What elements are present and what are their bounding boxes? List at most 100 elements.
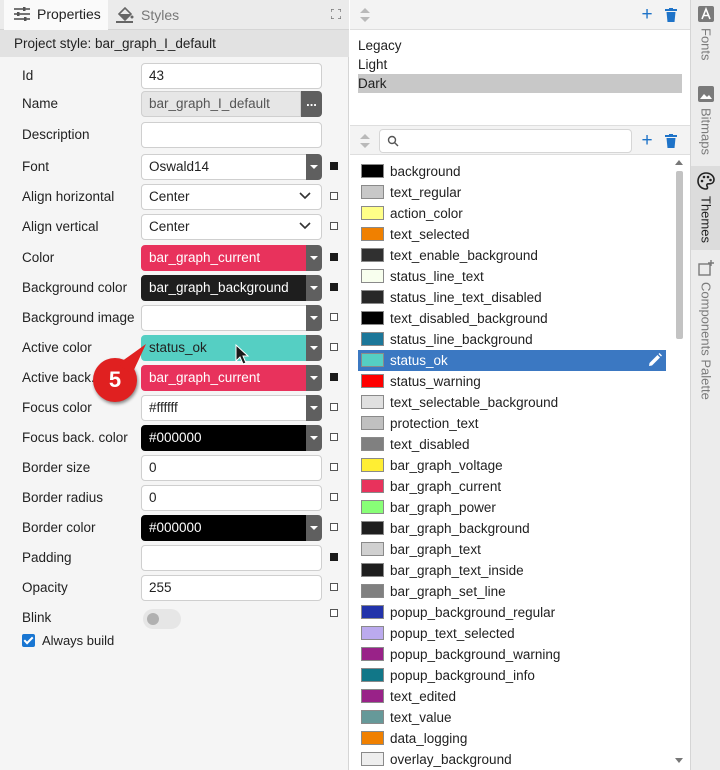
color-item[interactable]: text_selected — [358, 224, 666, 245]
color-item[interactable]: text_disabled_background — [358, 308, 666, 329]
color-item[interactable]: bar_graph_background — [358, 518, 666, 539]
font-override-marker[interactable] — [330, 162, 338, 170]
padding-override-marker[interactable] — [330, 553, 338, 561]
active-back-override-marker[interactable] — [330, 373, 338, 381]
border-color-select[interactable]: #000000 — [141, 515, 307, 541]
align-horizontal-override-marker[interactable] — [330, 192, 338, 200]
color-item[interactable]: text_regular — [358, 182, 666, 203]
scroll-up-arrow-icon[interactable] — [675, 160, 683, 165]
sidebar-tab-components-palette[interactable]: Components Palette — [691, 254, 720, 410]
color-item[interactable]: text_value — [358, 707, 666, 728]
add-theme-icon[interactable]: + — [640, 5, 654, 24]
name-input[interactable]: bar_graph_I_default — [141, 91, 301, 117]
color-dropdown-button[interactable] — [306, 245, 322, 271]
edit-pencil-icon[interactable] — [648, 353, 662, 367]
color-item[interactable]: bar_graph_voltage — [358, 455, 666, 476]
color-item[interactable]: text_disabled — [358, 434, 666, 455]
sidebar-tab-themes[interactable]: Themes — [691, 166, 720, 250]
color-list-scrollbar[interactable] — [672, 157, 686, 770]
theme-item[interactable]: Legacy — [358, 36, 682, 55]
sidebar-tab-fonts[interactable]: Fonts — [691, 0, 720, 76]
blink-toggle[interactable] — [143, 609, 181, 629]
color-item[interactable]: status_line_background — [358, 329, 666, 350]
color-item[interactable]: status_warning — [358, 371, 666, 392]
color-item[interactable]: action_color — [358, 203, 666, 224]
focus-color-dropdown-button[interactable] — [306, 395, 322, 421]
color-item[interactable]: bar_graph_text — [358, 539, 666, 560]
color-swatch — [361, 500, 384, 514]
delete-theme-icon[interactable] — [665, 8, 677, 22]
border-radius-input[interactable]: 0 — [141, 485, 322, 511]
background-image-select[interactable] — [141, 305, 307, 331]
border-color-override-marker[interactable] — [330, 523, 338, 531]
background-image-override-marker[interactable] — [330, 313, 338, 321]
theme-item-selected[interactable]: Dark — [358, 74, 682, 93]
color-item[interactable]: popup_background_regular — [358, 602, 666, 623]
background-color-select[interactable]: bar_graph_background — [141, 275, 307, 301]
border-radius-override-marker[interactable] — [330, 493, 338, 501]
color-item[interactable]: text_edited — [358, 686, 666, 707]
focus-back-color-override-marker[interactable] — [330, 433, 338, 441]
font-select[interactable]: Oswald14 — [141, 154, 307, 180]
color-item[interactable]: background — [358, 161, 666, 182]
focus-back-color-dropdown-button[interactable] — [306, 425, 322, 451]
focus-back-color-select[interactable]: #000000 — [141, 425, 307, 451]
color-swatch — [361, 290, 384, 304]
add-color-icon[interactable]: + — [640, 131, 654, 150]
align-horizontal-select[interactable]: Center — [141, 184, 322, 210]
color-item[interactable]: bar_graph_set_line — [358, 581, 666, 602]
align-vertical-select[interactable]: Center — [141, 214, 322, 240]
border-size-override-marker[interactable] — [330, 463, 338, 471]
background-image-dropdown-button[interactable] — [306, 305, 322, 331]
always-build-checkbox[interactable]: Always build — [22, 631, 114, 649]
border-size-input[interactable]: 0 — [141, 455, 322, 481]
name-browse-button[interactable]: ... — [301, 91, 322, 117]
sidebar-tab-bitmaps[interactable]: Bitmaps — [691, 80, 720, 164]
color-item[interactable]: popup_text_selected — [358, 623, 666, 644]
background-color-override-marker[interactable] — [330, 283, 338, 291]
border-color-dropdown-button[interactable] — [306, 515, 322, 541]
scrollbar-thumb[interactable] — [676, 171, 683, 339]
align-vertical-override-marker[interactable] — [330, 222, 338, 230]
description-input[interactable] — [141, 122, 322, 148]
focus-color-select[interactable]: #ffffff — [141, 395, 307, 421]
opacity-input[interactable]: 255 — [141, 575, 322, 601]
theme-item[interactable]: Light — [358, 55, 682, 74]
color-item[interactable]: data_logging — [358, 728, 666, 749]
id-input[interactable]: 43 — [141, 63, 322, 89]
color-item[interactable]: protection_text — [358, 413, 666, 434]
color-override-marker[interactable] — [330, 253, 338, 261]
sort-icon[interactable] — [360, 8, 370, 22]
color-item[interactable]: status_line_text_disabled — [358, 287, 666, 308]
active-color-select[interactable]: status_ok — [141, 335, 307, 361]
color-item[interactable]: bar_graph_current — [358, 476, 666, 497]
color-item[interactable]: popup_background_info — [358, 665, 666, 686]
active-back-dropdown-button[interactable] — [306, 365, 322, 391]
color-item[interactable]: bar_graph_text_inside — [358, 560, 666, 581]
delete-color-icon[interactable] — [665, 134, 677, 148]
color-item[interactable]: text_enable_background — [358, 245, 666, 266]
color-item[interactable]: text_selectable_background — [358, 392, 666, 413]
color-search-input[interactable] — [379, 129, 632, 153]
scroll-down-arrow-icon[interactable] — [675, 758, 683, 763]
color-item[interactable]: overlay_background — [358, 749, 666, 770]
active-color-override-marker[interactable] — [330, 343, 338, 351]
color-item-selected[interactable]: status_ok — [358, 350, 666, 371]
focus-color-override-marker[interactable] — [330, 403, 338, 411]
tab-properties[interactable]: Properties — [4, 0, 108, 30]
font-dropdown-button[interactable] — [306, 154, 322, 180]
background-color-dropdown-button[interactable] — [306, 275, 322, 301]
active-back-select[interactable]: bar_graph_current — [141, 365, 307, 391]
color-item[interactable]: bar_graph_power — [358, 497, 666, 518]
sort-icon[interactable] — [360, 134, 370, 148]
padding-input[interactable] — [141, 545, 322, 571]
color-select[interactable]: bar_graph_current — [141, 245, 307, 271]
color-item[interactable]: status_line_text — [358, 266, 666, 287]
blink-override-marker[interactable] — [330, 609, 338, 617]
color-item[interactable]: popup_background_warning — [358, 644, 666, 665]
active-color-dropdown-button[interactable] — [306, 335, 322, 361]
tab-styles[interactable]: Styles — [112, 0, 212, 30]
maximize-icon[interactable] — [331, 9, 341, 19]
opacity-override-marker[interactable] — [330, 583, 338, 591]
color-swatch — [361, 731, 384, 745]
